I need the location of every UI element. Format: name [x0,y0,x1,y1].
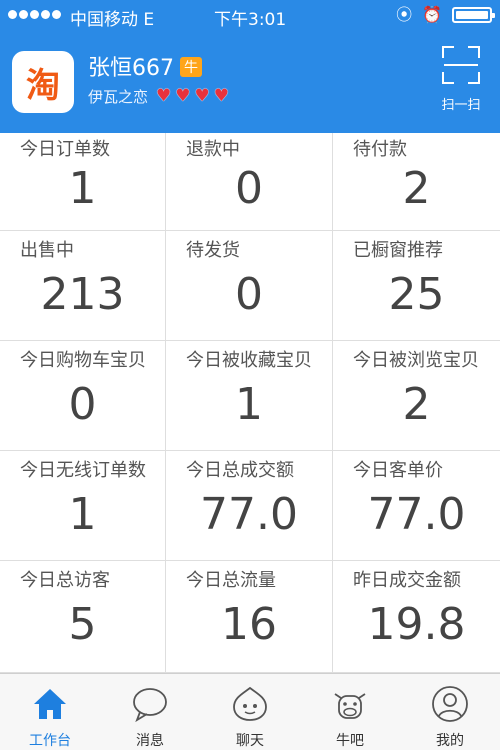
stat-label: 出售中 [20,240,74,261]
stat-value: 1 [68,489,97,540]
stat-value: 1 [68,163,97,214]
tab-label: 我的 [436,733,464,749]
stat-label: 退款中 [186,139,240,160]
rotation-lock-icon: ⦿ [396,5,413,24]
stat-pending-payment[interactable]: 待付款 2 [333,133,500,231]
user-badge: 牛 [180,57,202,77]
carrier-name: 中国移动 E [70,10,155,30]
stat-value: 0 [235,269,263,320]
stat-label: 今日订单数 [20,139,110,160]
alarm-icon: ⏰ [422,5,442,24]
stat-avg-order-price[interactable]: 今日客单价 77.0 [333,451,500,561]
heart-icon: ♥ [156,86,172,106]
stat-value: 2 [402,379,431,430]
tab-bar: 工作台 消息 聊天 牛吧 我的 [0,673,500,750]
home-icon [30,684,70,724]
stat-value: 77.0 [367,489,466,540]
stat-label: 今日客单价 [353,460,443,481]
stat-value: 25 [388,269,445,320]
heart-icon: ♥ [194,86,210,106]
heart-icon: ♥ [213,86,229,106]
stat-window-recommended[interactable]: 已橱窗推荐 25 [333,231,500,341]
stat-total-turnover[interactable]: 今日总成交额 77.0 [166,451,333,561]
status-bar: 中国移动 E 下午3:01 ⦿ ⏰ [0,0,500,32]
cow-icon [330,684,370,724]
stat-value: 16 [221,599,277,650]
shop-name: 伊瓦之恋 [88,88,149,106]
stat-label: 今日总访客 [20,570,110,591]
user-name: 张恒667 [88,56,174,81]
user-name-row[interactable]: 张恒667 牛 [88,50,202,82]
stat-on-sale[interactable]: 出售中 213 [0,231,166,341]
stats-grid: 今日订单数 1 退款中 0 待付款 2 出售中 213 待发货 0 已橱窗推荐 25 今日购… [0,133,500,673]
logo-text: 淘 [26,65,60,106]
stat-value: 0 [235,163,263,214]
header: 中国移动 E 下午3:01 ⦿ ⏰ 淘 张恒667 牛 伊瓦之恋 ♥ ♥ ♥ ♥ 扫一扫 [0,0,500,133]
stat-total-visitors[interactable]: 今日总访客 5 [0,561,166,673]
stat-value: 2 [402,163,431,214]
stat-value: 0 [68,379,97,430]
stat-label: 待付款 [353,139,407,160]
tab-messages[interactable]: 消息 [100,674,200,750]
message-icon [130,684,170,724]
tab-chat[interactable]: 聊天 [200,674,300,750]
tab-niuba[interactable]: 牛吧 [300,674,400,750]
status-time: 下午3:01 [214,10,287,30]
stat-label: 今日购物车宝贝 [20,350,146,371]
stat-label: 今日被浏览宝贝 [353,350,479,371]
stat-today-orders[interactable]: 今日订单数 1 [0,133,166,231]
stat-value: 77.0 [200,489,298,540]
stat-label: 今日总成交额 [186,460,294,481]
tab-label: 聊天 [236,733,264,749]
stat-label: 今日被收藏宝贝 [186,350,312,371]
signal-strength-icon [8,10,61,19]
stat-viewed-items[interactable]: 今日被浏览宝贝 2 [333,341,500,451]
stat-label: 待发货 [186,240,240,261]
heart-icon: ♥ [175,86,191,106]
stat-value: 1 [235,379,263,430]
shop-logo[interactable]: 淘 [12,51,74,113]
stat-label: 已橱窗推荐 [353,240,443,261]
stat-yesterday-turnover[interactable]: 昨日成交金额 19.8 [333,561,500,673]
tab-label: 工作台 [29,733,71,749]
stat-total-traffic[interactable]: 今日总流量 16 [166,561,333,673]
scan-icon [442,46,480,84]
battery-icon [452,7,495,23]
chat-icon [230,684,270,724]
stat-value: 5 [68,599,97,650]
stat-label: 昨日成交金额 [353,570,461,591]
scan-button[interactable]: 扫一扫 [436,46,486,116]
profile-icon [430,684,470,724]
stat-label: 今日总流量 [186,570,276,591]
scan-label: 扫一扫 [441,98,481,113]
status-icons: ⦿ ⏰ [396,5,495,25]
stat-refunding[interactable]: 退款中 0 [166,133,333,231]
stat-favorited-items[interactable]: 今日被收藏宝贝 1 [166,341,333,451]
tab-workbench[interactable]: 工作台 [0,674,100,750]
stat-wireless-orders[interactable]: 今日无线订单数 1 [0,451,166,561]
stat-to-ship[interactable]: 待发货 0 [166,231,333,341]
tab-label: 消息 [136,733,164,749]
stat-value: 19.8 [367,599,466,650]
stat-value: 213 [40,269,125,320]
tab-profile[interactable]: 我的 [400,674,500,750]
stat-cart-items[interactable]: 今日购物车宝贝 0 [0,341,166,451]
shop-rating: ♥ ♥ ♥ ♥ [156,86,229,106]
stat-label: 今日无线订单数 [20,460,146,481]
tab-label: 牛吧 [336,733,364,749]
